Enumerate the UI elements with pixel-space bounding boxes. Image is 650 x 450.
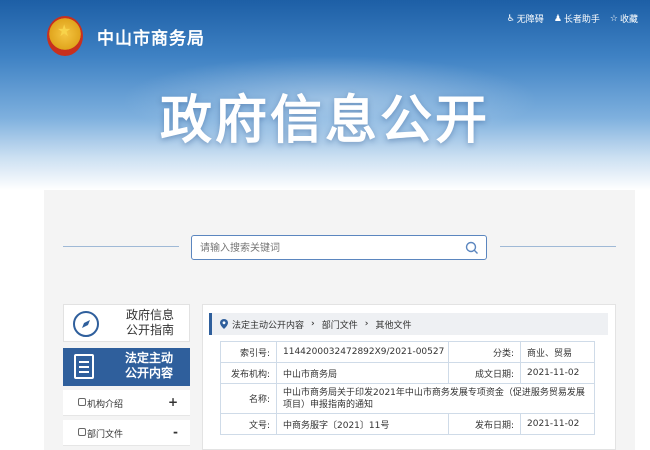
nav-guide[interactable]: 政府信息 公开指南 bbox=[63, 304, 190, 342]
index-value: 1144200032472892X9/2021-00527 bbox=[276, 341, 449, 363]
publish-date-value: 2021-11-02 bbox=[520, 413, 595, 435]
elder-icon: ♟ bbox=[553, 13, 562, 24]
breadcrumb-item[interactable]: 法定主动公开内容 bbox=[232, 318, 304, 331]
sidebar-item-department-docs[interactable]: 部门文件 - bbox=[63, 420, 190, 446]
nav-guide-line1: 政府信息 bbox=[125, 308, 174, 322]
table-row: 名称: 中山市商务局关于印发2021年中山市商务发展专项资金（促进服务贸易发展项… bbox=[220, 383, 595, 414]
search-box bbox=[191, 235, 487, 260]
top-links: ♿ 无障碍 ♟ 长者助手 ☆ 收藏 bbox=[506, 12, 638, 26]
document-icon bbox=[74, 354, 94, 379]
name-key: 名称: bbox=[220, 383, 277, 414]
expand-icon[interactable]: + bbox=[168, 395, 178, 409]
accessibility-icon: ♿ bbox=[506, 13, 515, 24]
site-name[interactable]: 中山市商务局 bbox=[97, 24, 205, 49]
national-emblem-icon: ★ bbox=[47, 16, 83, 56]
breadcrumb-item[interactable]: 其他文件 bbox=[375, 318, 411, 331]
table-row: 发布机构: 中山市商务局 成文日期: 2021-11-02 bbox=[220, 362, 595, 384]
name-value: 中山市商务局关于印发2021年中山市商务发展专项资金（促进服务贸易发展项目）申报… bbox=[276, 383, 595, 414]
nav-active-line1: 法定主动 bbox=[124, 351, 173, 365]
sidebar-item-label: 部门文件 bbox=[87, 430, 124, 440]
favorite-label: 收藏 bbox=[619, 15, 638, 25]
header-banner: ★ 中山市商务局 ♿ 无障碍 ♟ 长者助手 ☆ 收藏 政府信息公开 bbox=[0, 0, 650, 190]
elder-helper-link[interactable]: ♟ 长者助手 bbox=[553, 12, 600, 26]
doc-number-value: 中商务服字〔2021〕11号 bbox=[276, 413, 449, 435]
folder-icon bbox=[78, 428, 86, 436]
folder-icon bbox=[78, 398, 86, 406]
category-key: 分类: bbox=[448, 341, 521, 363]
table-row: 索引号: 1144200032472892X9/2021-00527 分类: 商… bbox=[220, 341, 595, 363]
search-icon[interactable] bbox=[464, 240, 480, 256]
nav-active-content[interactable]: 法定主动 公开内容 bbox=[63, 348, 190, 386]
hero-title: 政府信息公开 bbox=[159, 91, 490, 151]
breadcrumb: 法定主动公开内容 › 部门文件 › 其他文件 bbox=[209, 313, 608, 335]
search-input[interactable] bbox=[192, 237, 442, 260]
created-date-key: 成文日期: bbox=[448, 362, 521, 384]
location-pin-icon bbox=[220, 319, 228, 329]
breadcrumb-separator-icon: › bbox=[311, 319, 315, 329]
favorite-link[interactable]: ☆ 收藏 bbox=[609, 12, 638, 26]
created-date-value: 2021-11-02 bbox=[520, 362, 595, 384]
category-value: 商业、贸易 bbox=[520, 341, 595, 363]
table-row: 文号: 中商务服字〔2021〕11号 发布日期: 2021-11-02 bbox=[220, 413, 595, 435]
breadcrumb-item[interactable]: 部门文件 bbox=[322, 318, 358, 331]
nav-active-label: 法定主动 公开内容 bbox=[113, 351, 185, 381]
publisher-key: 发布机构: bbox=[220, 362, 277, 384]
search-divider-right bbox=[500, 246, 616, 247]
search-divider-left bbox=[63, 246, 179, 247]
breadcrumb-separator-icon: › bbox=[364, 319, 369, 329]
accessibility-label: 无障碍 bbox=[516, 15, 544, 25]
sidebar-item-label: 机构介绍 bbox=[87, 400, 124, 410]
nav-guide-label: 政府信息 公开指南 bbox=[114, 308, 186, 338]
nav-active-line2: 公开内容 bbox=[124, 366, 173, 380]
compass-icon bbox=[73, 311, 99, 337]
document-info-table: 索引号: 1144200032472892X9/2021-00527 分类: 商… bbox=[220, 341, 595, 435]
publish-date-key: 发布日期: bbox=[448, 413, 521, 435]
index-key: 索引号: bbox=[220, 341, 277, 363]
collapse-icon[interactable]: - bbox=[173, 425, 178, 439]
accessibility-link[interactable]: ♿ 无障碍 bbox=[506, 12, 544, 26]
publisher-value: 中山市商务局 bbox=[276, 362, 449, 384]
sidebar-item-organization[interactable]: 机构介绍 + bbox=[63, 390, 190, 416]
doc-number-key: 文号: bbox=[220, 413, 277, 435]
star-icon: ☆ bbox=[609, 13, 618, 24]
nav-guide-line2: 公开指南 bbox=[125, 323, 174, 337]
elder-helper-label: 长者助手 bbox=[563, 15, 600, 25]
